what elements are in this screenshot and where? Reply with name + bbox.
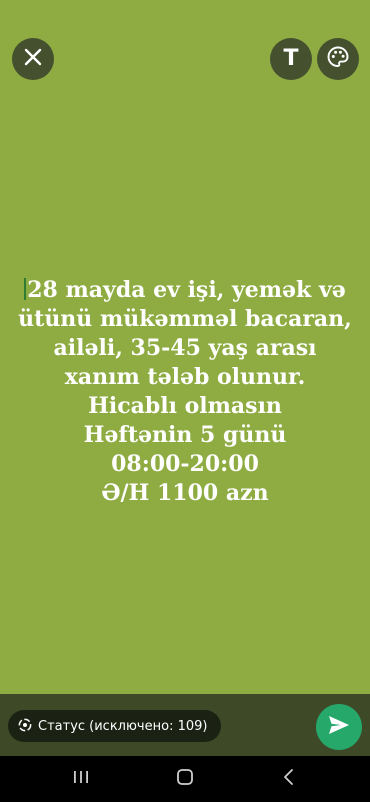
send-icon <box>328 715 350 739</box>
back-icon <box>282 768 296 790</box>
status-text-content: 28 mayda ev işi, yemək və ütünü mükəmməl… <box>18 277 352 506</box>
text-tool-button[interactable]: T <box>270 38 312 80</box>
recents-icon <box>72 769 90 789</box>
status-audience-label: Статус (исключено: 109) <box>38 718 208 734</box>
status-text[interactable]: 28 mayda ev işi, yemək və ütünü mükəmməl… <box>0 276 370 508</box>
status-canvas[interactable]: T 28 mayda ev işi, yemək və ütünü mükəmm… <box>0 0 370 694</box>
system-navigation-bar <box>0 756 370 802</box>
color-palette-button[interactable] <box>317 38 359 80</box>
home-icon <box>176 768 194 790</box>
close-button[interactable] <box>12 38 54 80</box>
status-icon <box>18 717 32 736</box>
home-button[interactable] <box>174 768 196 790</box>
text-cursor <box>24 278 27 300</box>
palette-icon <box>326 45 350 73</box>
back-button[interactable] <box>278 768 300 790</box>
status-audience-chip[interactable]: Статус (исключено: 109) <box>8 710 222 742</box>
close-icon <box>24 48 42 70</box>
text-tool-label: T <box>283 46 299 71</box>
send-button[interactable] <box>316 704 362 750</box>
recents-button[interactable] <box>70 768 92 790</box>
composer-bar: Статус (исключено: 109) <box>0 694 370 756</box>
